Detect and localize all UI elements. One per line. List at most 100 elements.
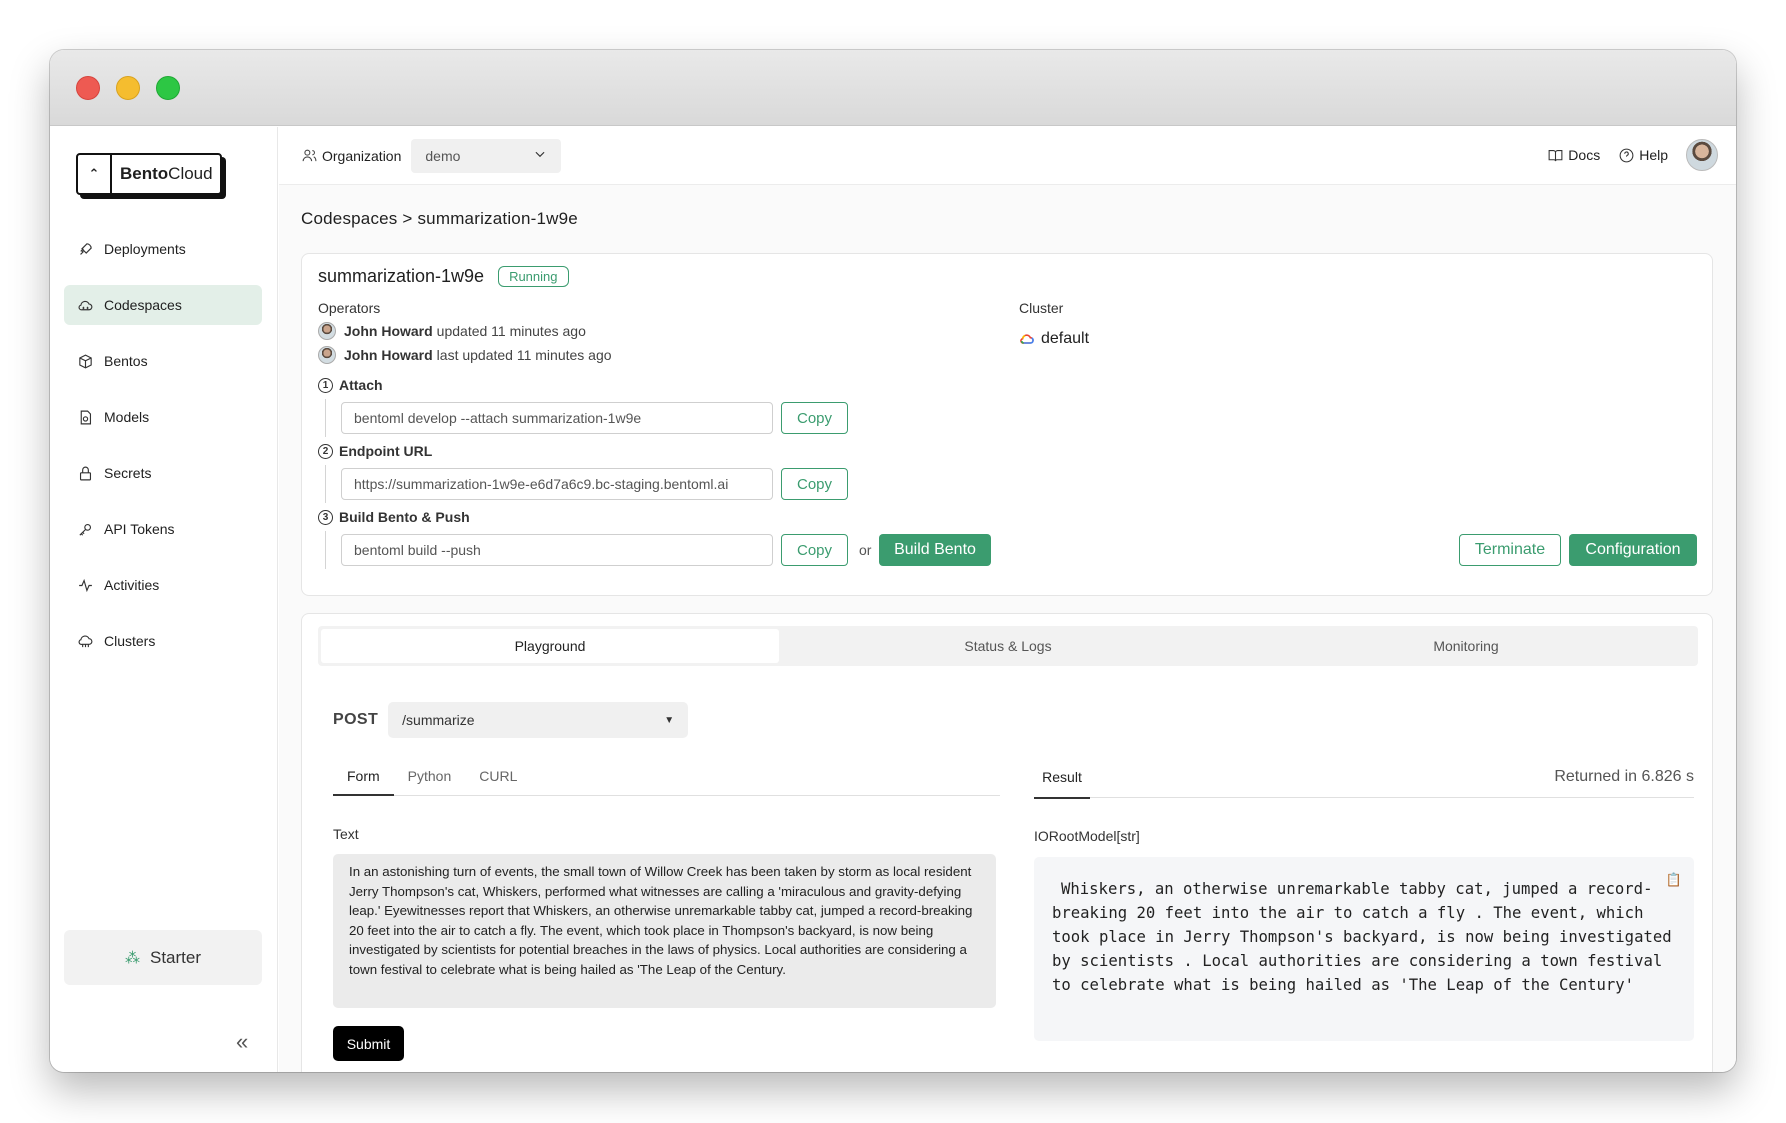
sidebar-item-label: Codespaces <box>104 297 182 313</box>
playground-card: Playground Status & Logs Monitoring POST… <box>301 613 1713 1072</box>
collapse-sidebar-icon[interactable]: « <box>236 1029 248 1055</box>
tab-playground[interactable]: Playground <box>321 629 779 663</box>
endpoint-select[interactable]: /summarize ▼ <box>388 702 689 738</box>
users-icon <box>302 149 317 162</box>
user-avatar[interactable] <box>1686 139 1718 171</box>
main-content: Organization demo Docs Help Codespaces >… <box>279 127 1736 1072</box>
sidebar-item-deployments[interactable]: Deployments <box>64 229 262 269</box>
activity-icon <box>76 576 94 594</box>
book-icon <box>1548 149 1563 161</box>
step-label: Attach <box>339 377 383 393</box>
maximize-window-button[interactable] <box>156 76 180 100</box>
terminate-button[interactable]: Terminate <box>1459 534 1561 566</box>
step-label: Build Bento & Push <box>339 509 470 525</box>
sidebar-item-codespaces[interactable]: Codespaces <box>64 285 262 325</box>
logo-mark-icon: ⌃ <box>78 155 112 193</box>
copy-endpoint-button[interactable]: Copy <box>781 468 848 500</box>
copy-attach-button[interactable]: Copy <box>781 402 848 434</box>
copy-build-button[interactable]: Copy <box>781 534 848 566</box>
tab-status-logs[interactable]: Status & Logs <box>779 629 1237 663</box>
operator-avatar <box>318 322 336 340</box>
result-model-label: IORootModel[str] <box>1034 828 1140 844</box>
caret-down-icon: ▼ <box>664 714 675 726</box>
sidebar-item-label: Secrets <box>104 465 152 481</box>
plan-label: Starter <box>149 947 202 967</box>
cluster-label: Cluster <box>1019 300 1064 316</box>
step-endpoint-url: 2 Endpoint URL <box>318 443 432 459</box>
operator-avatar <box>318 346 336 364</box>
lock-icon <box>76 464 94 482</box>
app-window: ⌃ BentoCloud Deployments Codespaces Bent… <box>50 50 1736 1072</box>
organization-select[interactable]: demo <box>411 138 562 173</box>
http-method: POST <box>333 711 379 728</box>
organization-label: Organization <box>301 147 401 164</box>
status-badge: Running <box>498 266 569 287</box>
endpoint-value: /summarize <box>402 712 475 728</box>
tab-form[interactable]: Form <box>333 756 394 796</box>
logo-text: BentoCloud <box>120 164 213 183</box>
build-bento-button[interactable]: Build Bento <box>879 534 991 566</box>
step-attach: 1 Attach <box>318 377 383 393</box>
text-field-label: Text <box>333 826 359 842</box>
minimize-window-button[interactable] <box>116 76 140 100</box>
sidebar-item-models[interactable]: Models <box>64 397 262 437</box>
cloud-icon <box>76 296 94 314</box>
sidebar-item-secrets[interactable]: Secrets <box>64 453 262 493</box>
step-divider <box>325 531 326 569</box>
title-bar <box>50 50 1736 126</box>
box-icon <box>76 352 94 370</box>
step-build-push: 3 Build Bento & Push <box>318 509 470 525</box>
sidebar-item-activities[interactable]: Activities <box>64 565 262 605</box>
operator-name: John Howard <box>344 323 433 339</box>
sidebar-item-label: Activities <box>104 577 160 593</box>
sidebar-item-label: Clusters <box>104 633 156 649</box>
panel-tabs: Playground Status & Logs Monitoring <box>318 626 1698 666</box>
endpoint-url-field[interactable]: https://summarization-1w9e-e6d7a6c9.bc-s… <box>341 468 773 500</box>
result-text: Whiskers, an otherwise unremarkable tabb… <box>1052 880 1672 994</box>
step-divider <box>325 465 326 503</box>
top-bar: Organization demo Docs Help <box>279 127 1736 185</box>
operator-row: John Howard updated 11 minutes ago <box>318 322 586 340</box>
sidebar: ⌃ BentoCloud Deployments Codespaces Bent… <box>50 127 278 1072</box>
codespace-name: summarization-1w9e <box>318 266 485 286</box>
result-output: 📋 Whiskers, an otherwise unremarkable ta… <box>1034 857 1694 1041</box>
operator-action: last updated 11 minutes ago <box>436 347 612 363</box>
breadcrumb: Codespaces > summarization-1w9e <box>301 209 578 228</box>
submit-button[interactable]: Submit <box>333 1026 404 1061</box>
or-text: or <box>859 542 872 558</box>
attach-command-field[interactable]: bentoml develop --attach summarization-1… <box>341 402 773 434</box>
sidebar-item-clusters[interactable]: Clusters <box>64 621 262 661</box>
key-icon <box>76 520 94 538</box>
cluster-icon <box>76 632 94 650</box>
cluster-value: default <box>1019 330 1089 348</box>
operators-label: Operators <box>318 300 381 316</box>
close-window-button[interactable] <box>76 76 100 100</box>
configuration-button[interactable]: Configuration <box>1569 534 1697 566</box>
operator-name: John Howard <box>344 347 433 363</box>
model-icon <box>76 408 94 426</box>
bentocloud-logo[interactable]: ⌃ BentoCloud <box>76 153 222 195</box>
sidebar-item-api-tokens[interactable]: API Tokens <box>64 509 262 549</box>
codespace-card: summarization-1w9e Running Operators Joh… <box>301 253 1713 596</box>
sidebar-item-bentos[interactable]: Bentos <box>64 341 262 381</box>
tab-curl[interactable]: CURL <box>465 756 531 795</box>
docs-link[interactable]: Docs <box>1547 147 1600 164</box>
operator-row: John Howard last updated 11 minutes ago <box>318 346 612 364</box>
step-number: 3 <box>318 509 333 525</box>
tab-result[interactable]: Result <box>1034 756 1090 799</box>
returned-time: Returned in 6.826 s <box>1554 768 1694 785</box>
text-input[interactable]: In an astonishing turn of events, the sm… <box>333 854 996 1008</box>
sidebar-item-label: Bentos <box>104 353 148 369</box>
organization-value: demo <box>425 147 461 164</box>
tab-python[interactable]: Python <box>394 756 466 795</box>
sidebar-item-label: Deployments <box>104 241 186 257</box>
codespace-title-row: summarization-1w9e Running <box>318 266 569 287</box>
tab-monitoring[interactable]: Monitoring <box>1237 629 1695 663</box>
plan-badge[interactable]: ⁂ Starter <box>64 930 262 985</box>
step-number: 2 <box>318 443 333 459</box>
sidebar-nav: Deployments Codespaces Bentos Models Sec… <box>64 229 262 677</box>
step-number: 1 <box>318 377 333 393</box>
help-link[interactable]: Help <box>1618 147 1668 164</box>
build-command-field[interactable]: bentoml build --push <box>341 534 773 566</box>
step-label: Endpoint URL <box>339 443 433 459</box>
